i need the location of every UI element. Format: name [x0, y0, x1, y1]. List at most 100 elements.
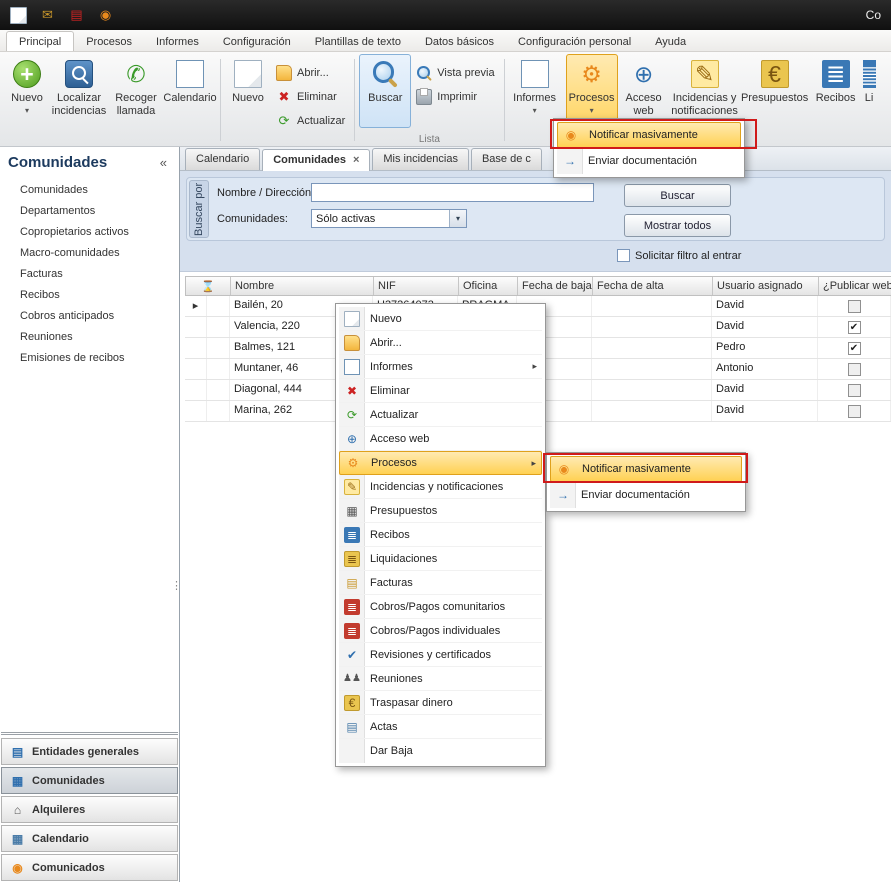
mail-icon[interactable]: ✉ [39, 7, 56, 24]
globe-icon: ⊕ [630, 60, 658, 88]
reports-icon [521, 60, 549, 88]
menu-item-liquidaciones[interactable]: ≣ Liquidaciones [339, 547, 542, 571]
mostrar-todos-button[interactable]: Mostrar todos [624, 214, 731, 237]
sidebar-resize-grip[interactable]: ⋮ [171, 579, 181, 592]
tab-configuracion[interactable]: Configuración [211, 32, 303, 51]
menu-item-reuniones[interactable]: ♟♟ Reuniones [339, 667, 542, 691]
individual-payments-icon: ≣ [344, 623, 360, 639]
actualizar-button[interactable]: ⟳ Actualizar [271, 112, 350, 130]
sidebar-item-macro-comunidades[interactable]: Macro-comunidades [20, 247, 179, 259]
sidebar-splitter[interactable] [1, 732, 178, 735]
solicitar-filtro-checkbox[interactable] [617, 249, 630, 262]
doc-tab-mis-incidencias[interactable]: Mis incidencias [372, 148, 469, 170]
col-header-fecha-baja[interactable]: Fecha de baja [518, 277, 593, 295]
blank-document-icon [234, 60, 262, 88]
publish-web-checkbox[interactable] [848, 300, 861, 313]
recoger-llamada-button[interactable]: ✆ Recoger llamada [108, 54, 164, 142]
tab-configuracion-personal[interactable]: Configuración personal [506, 32, 643, 51]
calendario-button[interactable]: Calendario [164, 54, 216, 142]
collapse-sidebar-icon[interactable]: « [156, 155, 171, 170]
buscar-por-vertical-tab[interactable]: Buscar por [189, 180, 209, 238]
localizar-incidencias-button[interactable]: Localizar incidencias [50, 54, 108, 142]
menu-item-revisiones[interactable]: ✔ Revisiones y certificados [339, 643, 542, 667]
doc-tab-comunidades[interactable]: Comunidades × [262, 149, 370, 171]
tab-datos-basicos[interactable]: Datos básicos [413, 32, 506, 51]
receipts-icon: ≣ [344, 527, 360, 543]
nav-comunidades[interactable]: ▦ Comunidades [1, 767, 178, 794]
export-document-icon[interactable]: ▤ [68, 7, 85, 24]
sidebar-item-comunidades[interactable]: Comunidades [20, 184, 179, 196]
close-tab-icon[interactable]: × [353, 154, 359, 171]
menu-item-facturas[interactable]: ▤ Facturas [339, 571, 542, 595]
tab-plantillas[interactable]: Plantillas de texto [303, 32, 413, 51]
sidebar-item-cobros-anticipados[interactable]: Cobros anticipados [20, 310, 179, 322]
buscar-button[interactable]: Buscar [359, 54, 411, 128]
imprimir-button[interactable]: Imprimir [411, 88, 499, 106]
menu-item-abrir[interactable]: Abrir... [339, 331, 542, 355]
communities-filter-select[interactable]: Sólo activas ▾ [311, 209, 467, 228]
menu-item-nuevo[interactable]: Nuevo [339, 307, 542, 331]
sidebar-item-reuniones[interactable]: Reuniones [20, 331, 179, 343]
tab-ayuda[interactable]: Ayuda [643, 32, 698, 51]
menu-item-traspasar-dinero[interactable]: € Traspasar dinero [339, 691, 542, 715]
menu-item-cobros-comunitarios[interactable]: ≣ Cobros/Pagos comunitarios [339, 595, 542, 619]
doc-tab-calendario[interactable]: Calendario [185, 148, 260, 170]
menu-item-presupuestos[interactable]: ▦ Presupuestos [339, 499, 542, 523]
publish-web-checkbox[interactable]: ✔ [848, 321, 861, 334]
nav-calendario[interactable]: ▦ Calendario [1, 825, 178, 852]
nuevo-button[interactable]: + Nuevo ▾ [4, 54, 50, 142]
presupuestos-button[interactable]: € Presupuestos [740, 54, 810, 142]
nuevo-registro-button[interactable]: Nuevo [225, 54, 271, 142]
menu-item-incidencias[interactable]: ✎ Incidencias y notificaciones [339, 475, 542, 499]
col-header-nombre[interactable]: Nombre [231, 277, 374, 295]
sidebar-item-copropietarios[interactable]: Copropietarios activos [20, 226, 179, 238]
publish-web-checkbox[interactable] [848, 363, 861, 376]
certificates-icon: ✔ [344, 647, 360, 663]
col-header-usuario[interactable]: Usuario asignado [713, 277, 819, 295]
col-header-publicar-web[interactable]: ¿Publicar web [819, 277, 891, 295]
publish-web-checkbox[interactable] [848, 384, 861, 397]
sidebar-item-facturas[interactable]: Facturas [20, 268, 179, 280]
menu-item-cobros-individuales[interactable]: ≣ Cobros/Pagos individuales [339, 619, 542, 643]
tab-informes[interactable]: Informes [144, 32, 211, 51]
menu-item-informes[interactable]: Informes ▸ [339, 355, 542, 379]
buscar-filter-button[interactable]: Buscar [624, 184, 731, 207]
menu-item-actualizar[interactable]: ⟳ Actualizar [339, 403, 542, 427]
vista-previa-button[interactable]: Vista previa [411, 64, 499, 82]
submenu-item-enviar-documentacion[interactable]: → Enviar documentación [550, 482, 742, 508]
notify-icon[interactable]: ◉ [97, 7, 114, 24]
menu-item-dar-baja[interactable]: Dar Baja [339, 739, 542, 763]
liquidaciones-button-truncated[interactable]: ▤ Li [862, 54, 877, 142]
row-selector: ▸ [185, 296, 207, 316]
publish-web-checkbox[interactable] [848, 405, 861, 418]
submenu-item-notificar-masivamente[interactable]: ◉ Notificar masivamente [550, 456, 742, 482]
col-header-oficina[interactable]: Oficina [459, 277, 518, 295]
tab-principal[interactable]: Principal [6, 31, 74, 51]
name-address-input[interactable] [311, 183, 594, 202]
tab-procesos[interactable]: Procesos [74, 32, 144, 51]
menu-item-recibos[interactable]: ≣ Recibos [339, 523, 542, 547]
cell-fecha-alta [592, 317, 712, 337]
dropdown-item-notificar-masivamente[interactable]: ◉ Notificar masivamente [557, 122, 741, 148]
menu-item-acceso-web[interactable]: ⊕ Acceso web [339, 427, 542, 451]
abrir-button[interactable]: Abrir... [271, 64, 350, 82]
col-header-fecha-alta[interactable]: Fecha de alta [593, 277, 713, 295]
dropdown-item-enviar-documentacion[interactable]: → Enviar documentación [557, 148, 741, 174]
recibos-button[interactable]: ≣ Recibos [810, 54, 862, 142]
publish-web-checkbox[interactable]: ✔ [848, 342, 861, 355]
menu-item-label: Cobros/Pagos comunitarios [370, 601, 542, 613]
menu-item-actas[interactable]: ▤ Actas [339, 715, 542, 739]
menu-item-procesos[interactable]: ⚙ Procesos ▸ [339, 451, 542, 475]
sidebar-item-recibos[interactable]: Recibos [20, 289, 179, 301]
eliminar-button[interactable]: ✖ Eliminar [271, 88, 350, 106]
grid-corner-header[interactable]: ⌛ [186, 277, 231, 295]
sidebar-item-departamentos[interactable]: Departamentos [20, 205, 179, 217]
col-header-nif[interactable]: NIF [374, 277, 459, 295]
nav-comunicados[interactable]: ◉ Comunicados [1, 854, 178, 881]
sidebar-item-emisiones[interactable]: Emisiones de recibos [20, 352, 179, 364]
doc-tab-base-de-datos[interactable]: Base de c [471, 148, 542, 170]
nav-entidades-generales[interactable]: ▤ Entidades generales [1, 738, 178, 765]
new-window-icon[interactable] [10, 7, 27, 24]
nav-alquileres[interactable]: ⌂ Alquileres [1, 796, 178, 823]
menu-item-eliminar[interactable]: ✖ Eliminar [339, 379, 542, 403]
